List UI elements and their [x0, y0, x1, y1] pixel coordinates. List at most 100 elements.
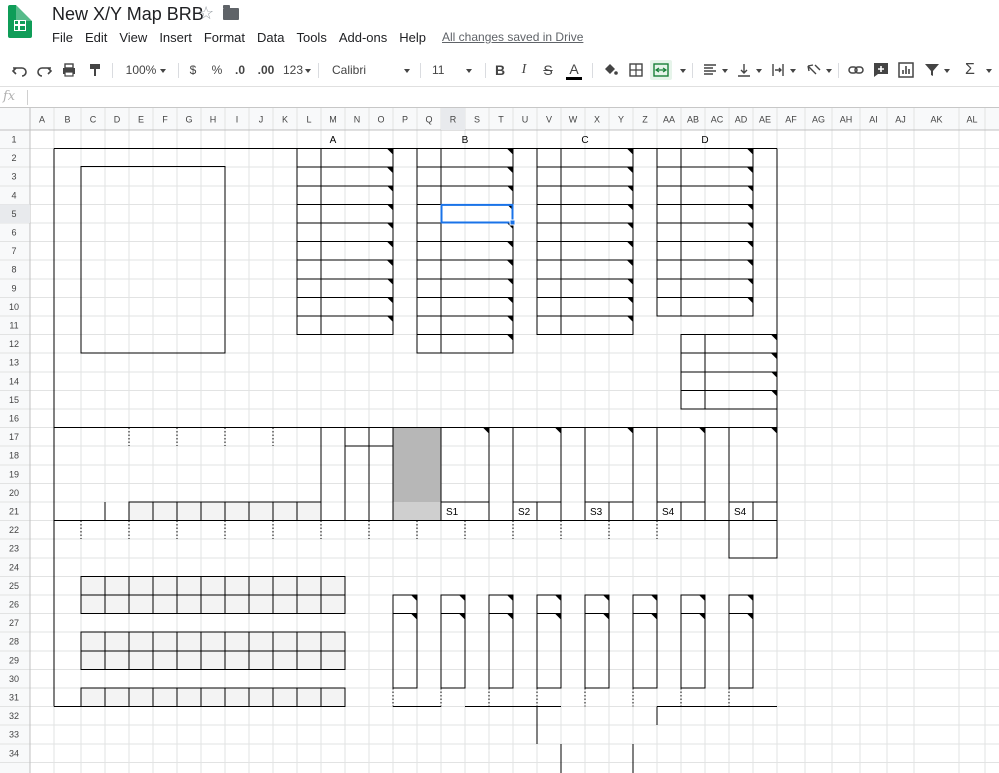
- menu-insert[interactable]: Insert: [153, 29, 198, 47]
- comment-marker: [771, 390, 777, 397]
- comment-marker: [387, 316, 393, 322]
- menu-view[interactable]: View: [113, 29, 153, 47]
- comment-marker: [387, 278, 393, 285]
- menu-edit[interactable]: Edit: [79, 29, 113, 47]
- borders-icon[interactable]: [626, 60, 646, 80]
- number-format-select[interactable]: 123: [282, 60, 312, 80]
- merge-cells-icon[interactable]: [650, 60, 672, 80]
- comment-marker: [507, 148, 513, 155]
- comment-icon[interactable]: [871, 60, 891, 80]
- comment-marker: [771, 334, 777, 341]
- italic-button[interactable]: I: [517, 60, 531, 80]
- row-header: 3: [11, 172, 16, 182]
- valign-icon[interactable]: [734, 60, 754, 80]
- row-header: 24: [9, 562, 19, 572]
- column-header: AI: [869, 115, 878, 125]
- column-header: Z: [642, 115, 648, 125]
- percent-button[interactable]: %: [210, 60, 224, 80]
- comment-marker: [387, 297, 393, 304]
- menu-data[interactable]: Data: [251, 29, 290, 47]
- column-header: AA: [663, 115, 675, 125]
- comment-marker: [507, 260, 513, 267]
- save-status-link[interactable]: All changes saved in Drive: [442, 29, 583, 46]
- column-header: P: [402, 115, 408, 125]
- decrease-decimal-button[interactable]: .0: [231, 60, 249, 80]
- column-header: I: [236, 115, 239, 125]
- column-header: AC: [711, 115, 724, 125]
- bold-button[interactable]: B: [493, 60, 507, 80]
- row-header: 10: [9, 302, 19, 312]
- row-header: 8: [11, 265, 16, 275]
- text-rotate-icon[interactable]: [804, 60, 824, 80]
- comment-marker: [603, 613, 609, 620]
- comment-marker: [459, 613, 465, 620]
- comment-marker: [627, 185, 633, 192]
- comment-marker: [411, 595, 417, 601]
- print-icon[interactable]: [59, 60, 79, 80]
- formula-input[interactable]: [34, 89, 984, 105]
- rack-top: [488, 594, 514, 615]
- fx-label: fx: [3, 89, 16, 104]
- menu-tools[interactable]: Tools: [290, 29, 332, 47]
- menu-file[interactable]: File: [46, 29, 79, 47]
- comment-marker: [555, 613, 561, 620]
- spreadsheet-grid[interactable]: A B C D E F G H I J K L M N O P Q R S T U V W X Y Z AA AB AC AD AE AF AG…: [0, 108, 999, 773]
- fill-color-icon[interactable]: [600, 60, 620, 80]
- slot-label: S4: [662, 507, 675, 518]
- redo-icon[interactable]: [34, 60, 54, 80]
- column-header: AH: [840, 115, 853, 125]
- comment-marker: [387, 260, 393, 267]
- zoom-select[interactable]: 100%: [120, 60, 172, 80]
- row-header: 1: [11, 135, 16, 145]
- font-select[interactable]: Calibri: [332, 60, 412, 80]
- menu-format[interactable]: Format: [198, 29, 251, 47]
- column-header: AJ: [895, 115, 906, 125]
- row-header: 5: [11, 209, 16, 219]
- comment-marker: [507, 595, 513, 601]
- row-header: 31: [9, 693, 19, 703]
- comment-marker: [627, 204, 633, 211]
- font-size-select[interactable]: 11: [432, 60, 478, 80]
- comment-marker: [747, 204, 753, 211]
- column-header: R: [450, 115, 457, 125]
- comment-marker: [747, 278, 753, 285]
- document-title[interactable]: New X/Y Map BRB: [52, 4, 204, 25]
- comment-marker: [747, 167, 753, 174]
- row-header: 25: [9, 581, 19, 591]
- filter-icon[interactable]: [922, 60, 942, 80]
- row-header: 27: [9, 618, 19, 628]
- chart-icon[interactable]: [896, 60, 916, 80]
- menu-addons[interactable]: Add-ons: [333, 29, 393, 47]
- column-header: AG: [812, 115, 825, 125]
- align-icon[interactable]: [700, 60, 720, 80]
- menu-help[interactable]: Help: [393, 29, 432, 47]
- column-header: V: [546, 115, 552, 125]
- grid-canvas[interactable]: A B C D E F G H I J K L M N O P Q R S T U V W X Y Z AA AB AC AD AE AF AG…: [0, 108, 999, 773]
- row-header: 30: [9, 674, 19, 684]
- increase-decimal-button[interactable]: .00: [255, 60, 277, 80]
- paint-format-icon[interactable]: [85, 60, 105, 80]
- row-header: 18: [9, 451, 19, 461]
- comment-marker: [387, 148, 393, 155]
- comment-marker: [747, 260, 753, 267]
- column-header: O: [377, 115, 384, 125]
- functions-icon[interactable]: Σ: [962, 60, 978, 80]
- currency-button[interactable]: $: [186, 60, 200, 80]
- row-header: 15: [9, 395, 19, 405]
- undo-icon[interactable]: [10, 60, 30, 80]
- folder-icon[interactable]: [223, 5, 239, 20]
- text-color-button[interactable]: A: [566, 60, 582, 80]
- comment-marker: [699, 427, 705, 434]
- comment-marker: [459, 595, 465, 601]
- link-icon[interactable]: [846, 60, 866, 80]
- star-icon[interactable]: ☆: [198, 3, 214, 24]
- strikethrough-button[interactable]: S: [541, 60, 555, 80]
- comment-marker: [507, 316, 513, 322]
- column-header: N: [354, 115, 361, 125]
- row-header: 16: [9, 414, 19, 424]
- comment-marker: [411, 613, 417, 620]
- menu-bar: File Edit View Insert Format Data Tools …: [46, 29, 432, 47]
- text-wrap-icon[interactable]: [768, 60, 788, 80]
- column-header: U: [522, 115, 529, 125]
- sheets-logo-icon[interactable]: [8, 5, 32, 38]
